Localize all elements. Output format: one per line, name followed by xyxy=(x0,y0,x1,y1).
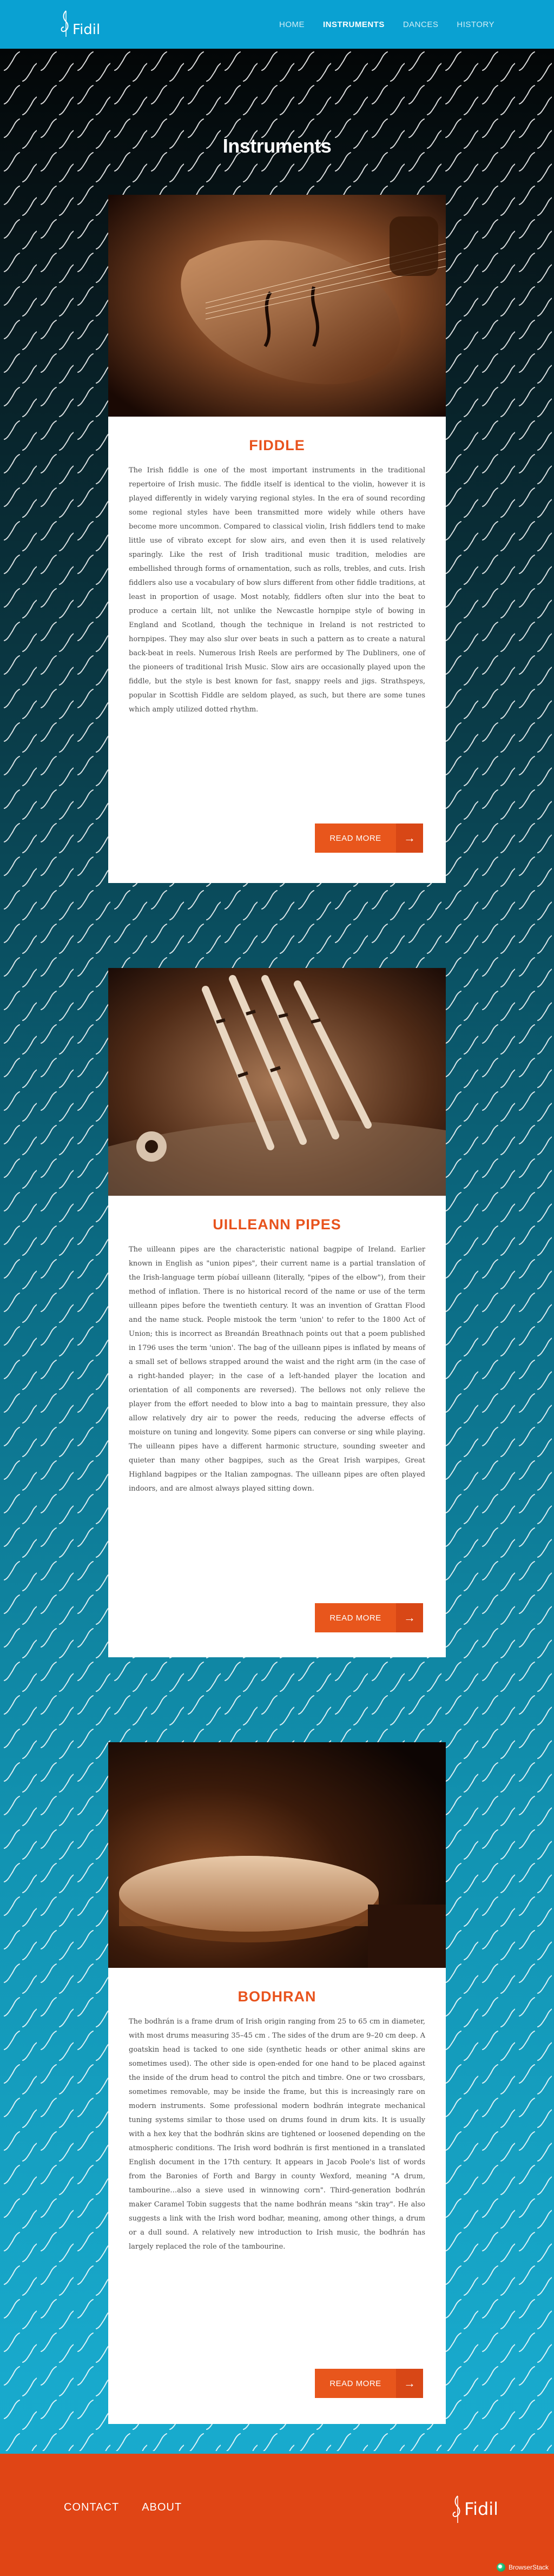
nav-dances[interactable]: DANCES xyxy=(403,20,439,29)
read-more-label: READ MORE xyxy=(315,2369,396,2398)
arrow-right-icon: → xyxy=(396,2369,423,2398)
card-title: BODHRAN xyxy=(238,1988,316,2005)
top-navbar: Fidil HOME INSTRUMENTS DANCES HISTORY xyxy=(0,0,554,49)
browserstack-badge: BrowserStack xyxy=(496,2563,549,2572)
footer-logo-text: Fidil xyxy=(464,2499,499,2519)
instrument-card-fiddle: FIDDLE The Irish fiddle is one of the mo… xyxy=(108,195,446,883)
card-title: FIDDLE xyxy=(249,437,305,453)
arrow-right-icon: → xyxy=(396,1603,423,1632)
read-more-button[interactable]: READ MORE → xyxy=(315,1603,423,1632)
nav-history[interactable]: HISTORY xyxy=(457,20,494,29)
footer-logo[interactable]: Fidil xyxy=(452,2493,506,2525)
uilleann-pipes-photo xyxy=(108,968,446,1196)
card-text: The uilleann pipes are the characteristi… xyxy=(129,1246,425,1493)
main-nav: HOME INSTRUMENTS DANCES HISTORY xyxy=(279,0,494,49)
instrument-card-bodhran: BODHRAN The bodhrán is a frame drum of I… xyxy=(108,1742,446,2424)
browserstack-text: BrowserStack xyxy=(508,2564,549,2571)
treble-clef-icon xyxy=(61,10,69,37)
read-more-button[interactable]: READ MORE → xyxy=(315,823,423,853)
footer: CONTACT ABOUT Fidil BrowserStack xyxy=(0,2454,554,2576)
page-title: Instruments xyxy=(222,135,332,157)
read-more-button[interactable]: READ MORE → xyxy=(315,2369,423,2398)
logo[interactable]: Fidil xyxy=(61,10,109,38)
footer-link-about[interactable]: ABOUT xyxy=(142,2501,182,2514)
read-more-label: READ MORE xyxy=(315,1603,396,1632)
footer-link-contact[interactable]: CONTACT xyxy=(64,2501,119,2514)
arrow-right-icon: → xyxy=(396,823,423,853)
card-text: The bodhrán is a frame drum of Irish ori… xyxy=(129,2018,425,2251)
card-text: The Irish fiddle is one of the most impo… xyxy=(129,466,425,714)
treble-clef-icon xyxy=(452,2495,460,2523)
logo-text: Fidil xyxy=(72,22,101,38)
nav-home[interactable]: HOME xyxy=(279,20,305,29)
instrument-card-uilleann-pipes: UILLEANN PIPES The uilleann pipes are th… xyxy=(108,968,446,1657)
nav-instruments[interactable]: INSTRUMENTS xyxy=(323,20,385,29)
card-title: UILLEANN PIPES xyxy=(213,1216,341,1233)
footer-links: CONTACT ABOUT xyxy=(64,2501,182,2514)
read-more-label: READ MORE xyxy=(315,823,396,853)
browserstack-icon xyxy=(496,2563,505,2572)
fiddle-photo xyxy=(108,195,446,417)
bodhran-photo xyxy=(108,1742,446,1968)
